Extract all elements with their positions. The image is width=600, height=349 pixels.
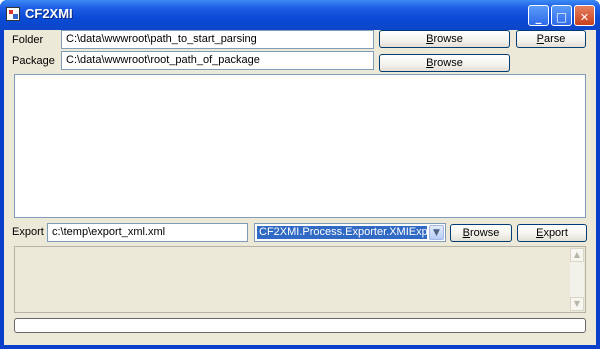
package-browse-button[interactable]: Browse bbox=[379, 54, 510, 72]
maximize-button[interactable]: □ bbox=[551, 5, 572, 26]
minimize-icon: _ bbox=[535, 10, 542, 24]
scroll-up-icon[interactable]: ▲ bbox=[570, 248, 584, 262]
package-input[interactable]: C:\data\wwwroot\root_path_of_package bbox=[61, 51, 374, 70]
title-bar[interactable]: CF2XMI _ □ ✕ bbox=[0, 0, 600, 30]
close-button[interactable]: ✕ bbox=[574, 5, 595, 26]
scroll-down-icon[interactable]: ▼ bbox=[570, 297, 584, 311]
browse-accel: B bbox=[426, 33, 434, 45]
browse-label: rowse bbox=[470, 227, 500, 239]
parsed-items-list[interactable] bbox=[14, 74, 586, 218]
export-button-label: xport bbox=[543, 227, 568, 239]
log-scrollbar[interactable]: ▲ ▼ bbox=[570, 248, 584, 311]
chevron-down-icon[interactable]: ▼ bbox=[429, 225, 444, 240]
log-output[interactable]: ▲ ▼ bbox=[14, 246, 586, 313]
folder-label: Folder bbox=[12, 34, 44, 46]
folder-browse-button[interactable]: Browse bbox=[379, 30, 510, 48]
window-title: CF2XMI bbox=[25, 6, 73, 21]
close-icon: ✕ bbox=[579, 11, 590, 24]
browse-accel: B bbox=[426, 57, 434, 69]
export-label: Export bbox=[12, 226, 44, 238]
minimize-button[interactable]: _ bbox=[528, 5, 549, 26]
maximize-icon: □ bbox=[555, 10, 568, 24]
exporter-select[interactable]: CF2XMI.Process.Exporter.XMIExporter ▼ bbox=[254, 223, 446, 242]
export-path-input[interactable]: c:\temp\export_xml.xml bbox=[47, 223, 248, 242]
parse-button[interactable]: Parse bbox=[516, 30, 586, 48]
browse-label: rowse bbox=[433, 57, 463, 69]
export-button[interactable]: Export bbox=[517, 224, 587, 242]
client-area: Folder C:\data\wwwroot\path_to_start_par… bbox=[4, 30, 596, 345]
export-browse-button[interactable]: Browse bbox=[450, 224, 512, 242]
browse-accel: B bbox=[462, 227, 470, 239]
package-label: Package bbox=[12, 55, 55, 67]
parse-label: arse bbox=[543, 33, 566, 45]
browse-label: rowse bbox=[433, 33, 463, 45]
app-window: CF2XMI _ □ ✕ Folder C:\data\wwwroot\path… bbox=[0, 0, 600, 349]
folder-input[interactable]: C:\data\wwwroot\path_to_start_parsing bbox=[61, 30, 374, 49]
app-icon[interactable] bbox=[6, 7, 20, 21]
parse-accel: P bbox=[536, 33, 544, 45]
progress-bar bbox=[14, 318, 586, 333]
exporter-selected-value: CF2XMI.Process.Exporter.XMIExporter bbox=[257, 226, 427, 239]
